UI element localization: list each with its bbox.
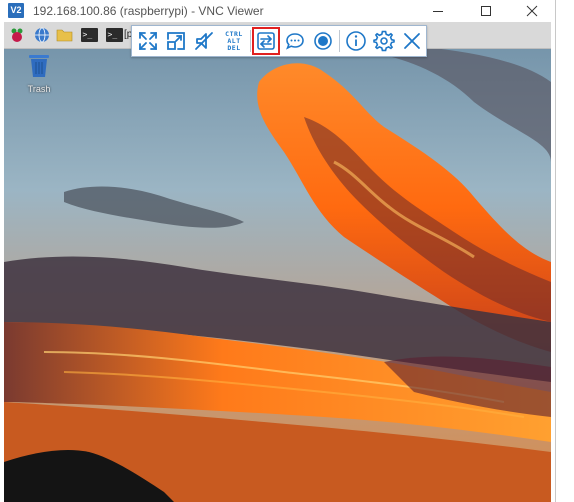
- desktop-wallpaper: [4, 22, 551, 502]
- globe-icon: [35, 27, 49, 43]
- remote-desktop-view[interactable]: >_ >_ [pi Trash: [4, 22, 551, 502]
- file-transfer-button[interactable]: [252, 27, 280, 55]
- trash-label: Trash: [27, 84, 51, 94]
- full-screen-button[interactable]: [134, 27, 162, 55]
- web-browser-button[interactable]: [33, 26, 51, 44]
- raspberry-menu-button[interactable]: [8, 26, 26, 44]
- del-label: DEL: [227, 43, 241, 52]
- vnc-toolbar: CTRL ALT DEL: [131, 25, 427, 57]
- terminal-icon: >_: [80, 28, 98, 42]
- minimize-button[interactable]: [415, 0, 461, 22]
- mute-icon: [195, 32, 213, 50]
- close-icon: [404, 33, 420, 49]
- window-close-button[interactable]: [509, 0, 555, 22]
- scale-button[interactable]: [162, 27, 190, 55]
- maximize-icon: [481, 6, 491, 16]
- terminal-icon: >_: [105, 28, 123, 42]
- ctrl-alt-del-icon: CTRL ALT DEL: [225, 30, 243, 52]
- raspberry-icon: [11, 28, 23, 42]
- toolbar-divider: [339, 30, 340, 52]
- vnc-app-icon: V2: [8, 3, 24, 18]
- record-icon: [314, 32, 332, 50]
- expand-icon: [139, 32, 157, 50]
- disconnect-button[interactable]: [398, 27, 426, 55]
- maximize-button[interactable]: [463, 0, 509, 22]
- vnc-viewer-window: V2 192.168.100.86 (raspberrypi) - VNC Vi…: [0, 0, 556, 502]
- window-title: 192.168.100.86 (raspberrypi) - VNC Viewe…: [33, 4, 264, 18]
- toolbar-divider: [250, 30, 251, 52]
- desktop-icon-trash[interactable]: Trash: [24, 52, 54, 94]
- chat-button[interactable]: [281, 27, 309, 55]
- trash-icon: [29, 55, 49, 77]
- scale-icon: [167, 32, 185, 50]
- terminal-window-task[interactable]: >_: [105, 26, 123, 44]
- info-button[interactable]: [342, 27, 370, 55]
- settings-button[interactable]: [370, 27, 398, 55]
- ctrl-alt-del-button[interactable]: CTRL ALT DEL: [220, 27, 248, 55]
- title-bar[interactable]: V2 192.168.100.86 (raspberrypi) - VNC Vi…: [0, 0, 555, 22]
- info-icon: [346, 31, 366, 51]
- folder-icon: [56, 29, 72, 42]
- close-icon: [526, 5, 538, 17]
- terminal-button[interactable]: >_: [80, 26, 98, 44]
- audio-button[interactable]: [190, 27, 218, 55]
- chat-icon: [286, 33, 304, 50]
- record-button[interactable]: [309, 27, 337, 55]
- file-manager-button[interactable]: [55, 26, 73, 44]
- minimize-icon: [433, 11, 443, 12]
- gear-icon: [373, 30, 395, 52]
- transfer-icon: [257, 32, 275, 50]
